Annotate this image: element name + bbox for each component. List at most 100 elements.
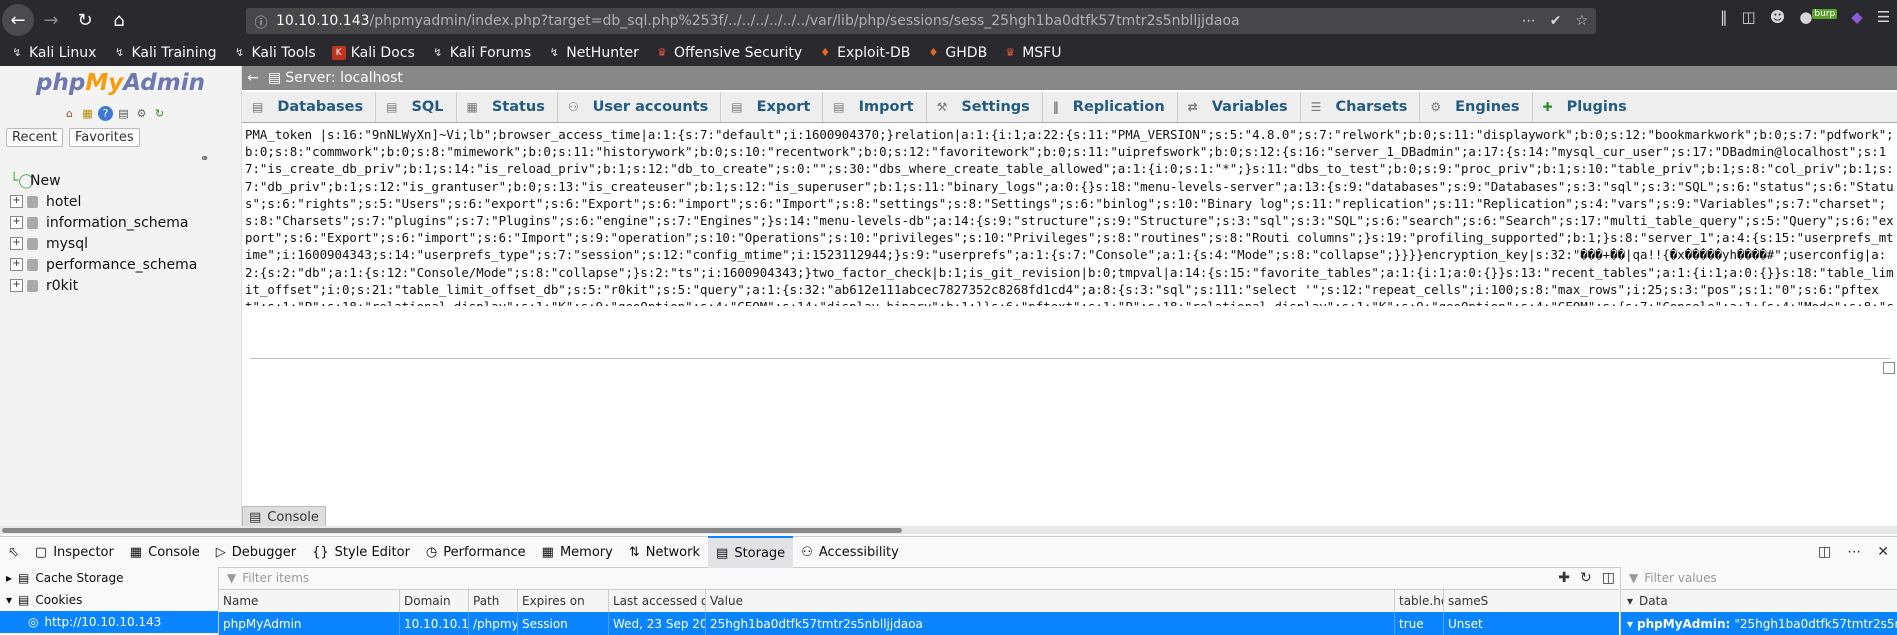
- expand-icon[interactable]: +: [10, 279, 23, 292]
- recent-tab[interactable]: Recent: [6, 128, 63, 147]
- expand-icon[interactable]: +: [10, 195, 23, 208]
- add-icon[interactable]: ✚: [1558, 570, 1570, 586]
- tab-engines[interactable]: ⚙ Engines: [1420, 92, 1533, 122]
- pma-main-panel: ← ▤ Server: localhost ▤ Databases ▤ SQL ▦ S…: [242, 66, 1897, 528]
- favorites-tab[interactable]: Favorites: [68, 128, 140, 147]
- tab-network[interactable]: ⇅ Network: [621, 537, 708, 567]
- tab-variables[interactable]: ⇄ Variables: [1178, 92, 1301, 122]
- library-icon[interactable]: ‖: [1720, 8, 1728, 26]
- gear-icon[interactable]: ⚙: [134, 106, 149, 121]
- menu-icon[interactable]: ☰: [1877, 8, 1890, 26]
- column-header[interactable]: Value: [706, 590, 1395, 612]
- page-actions-icon[interactable]: ⋯: [1522, 13, 1536, 29]
- logout-icon[interactable]: ▦: [80, 106, 95, 121]
- home-icon[interactable]: ⌂: [102, 3, 136, 37]
- forward-arrow-icon[interactable]: →: [34, 3, 68, 37]
- filter-items-input[interactable]: Filter items: [242, 571, 309, 585]
- tab-sql[interactable]: ▤ SQL: [376, 92, 457, 122]
- url-bar[interactable]: ⓘ 10.10.10.143/phpmyadmin/index.php?targ…: [246, 8, 1596, 34]
- bookmark-exploit-db[interactable]: ♦ Exploit-DB: [818, 45, 910, 61]
- database-icon: [27, 195, 38, 208]
- tree-item-new[interactable]: └◯ New: [10, 170, 197, 191]
- column-header[interactable]: Domain: [400, 590, 469, 612]
- reload-icon[interactable]: ↻: [152, 106, 167, 121]
- bookmark-nethunter[interactable]: ↯ NetHunter: [547, 45, 639, 61]
- bookmark-kali-linux[interactable]: ↯ Kali Linux: [10, 45, 96, 61]
- column-header[interactable]: sameSite: [1444, 590, 1488, 612]
- close-icon[interactable]: ✕: [1877, 544, 1889, 560]
- pma-logo[interactable]: phpMyAdmin: [36, 70, 205, 96]
- account-icon[interactable]: ☻: [1770, 8, 1786, 26]
- cache-storage-item[interactable]: ▸ ▤ Cache Storage: [0, 567, 218, 589]
- expand-icon[interactable]: +: [10, 216, 23, 229]
- extension-icon[interactable]: ● burp: [1799, 8, 1838, 26]
- reload-icon[interactable]: ↻: [68, 3, 102, 37]
- tab-user-accounts[interactable]: ⚇ User accounts: [558, 92, 722, 122]
- tab-databases[interactable]: ▤ Databases: [242, 92, 377, 122]
- bookmark-ghdb[interactable]: ♦ GHDB: [926, 45, 987, 61]
- column-header[interactable]: Last accessed on: [609, 590, 706, 612]
- dock-icon[interactable]: ◫: [1818, 544, 1831, 560]
- filter-values-input[interactable]: Filter values: [1644, 571, 1717, 585]
- cookies-item[interactable]: ▾ ▤ Cookies: [0, 589, 218, 611]
- home-icon[interactable]: ⌂: [62, 106, 77, 121]
- expand-icon[interactable]: +: [10, 258, 23, 271]
- tab-charsets[interactable]: ☰ Charsets: [1301, 92, 1421, 122]
- tab-console[interactable]: ▦ Console: [122, 537, 208, 567]
- tab-memory[interactable]: ▦ Memory: [534, 537, 621, 567]
- bookmark-kali-training[interactable]: ↯ Kali Training: [112, 45, 217, 61]
- checkbox[interactable]: [1883, 362, 1895, 374]
- bookmark-kali-forums[interactable]: ↯ Kali Forums: [431, 45, 531, 61]
- bookmark-kali-tools[interactable]: ↯ Kali Tools: [232, 45, 316, 61]
- link-icon[interactable]: ⚭: [200, 152, 209, 165]
- tab-replication[interactable]: ‖ Replication: [1043, 92, 1178, 122]
- back-arrow-icon[interactable]: ←: [2, 4, 34, 36]
- caret-down-icon[interactable]: ▾: [1627, 594, 1633, 608]
- scrollbar-thumb[interactable]: [2, 528, 902, 533]
- tab-status[interactable]: ▦ Status: [457, 92, 558, 122]
- tree-item-hotel[interactable]: + hotel: [10, 191, 197, 212]
- column-header[interactable]: Name: [219, 590, 400, 612]
- pocket-icon[interactable]: ✔: [1550, 13, 1562, 29]
- table-row[interactable]: phpMyAdmin 10.10.10.143 /phpmya... Sessi…: [219, 612, 1619, 635]
- tab-style-editor[interactable]: {} Style Editor: [304, 537, 418, 567]
- column-header[interactable]: Expires on: [518, 590, 609, 612]
- cookie-host-item[interactable]: ◎ http://10.10.10.143: [0, 611, 218, 633]
- expand-icon[interactable]: +: [10, 237, 23, 250]
- console-toggle[interactable]: ▤ Console: [242, 506, 326, 528]
- tab-export[interactable]: ▤ Export: [721, 92, 824, 122]
- sidebar-toggle-icon[interactable]: ◫: [1602, 570, 1615, 586]
- tree-item-information-schema[interactable]: + information_schema: [10, 212, 197, 233]
- bookmark-star-icon[interactable]: ☆: [1575, 13, 1588, 29]
- tree-item-r0kit[interactable]: + r0kit: [10, 275, 197, 296]
- column-header[interactable]: table.he...: [1395, 590, 1444, 612]
- bookmark-msfu[interactable]: ♛ MSFU: [1003, 45, 1061, 61]
- bookmark-offensive-security[interactable]: ♛ Offensive Security: [655, 45, 802, 61]
- tab-performance[interactable]: ◷ Performance: [418, 537, 534, 567]
- docs-icon[interactable]: ▤: [116, 106, 131, 121]
- tab-settings[interactable]: ⚒ Settings: [927, 92, 1043, 122]
- data-entry[interactable]: ▾phpMyAdmin:"25hgh1ba0dtfk57tmtr2s5nbllj…: [1621, 612, 1897, 635]
- pma-quick-icons: ⌂ ▦ ? ▤ ⚙ ↻: [62, 106, 167, 121]
- more-icon[interactable]: ⋯: [1847, 544, 1861, 560]
- tree-item-mysql[interactable]: + mysql: [10, 233, 197, 254]
- tab-accessibility[interactable]: ⚇ Accessibility: [793, 537, 907, 567]
- tab-storage[interactable]: ▤ Storage: [708, 536, 794, 568]
- tab-import[interactable]: ▤ Import: [823, 92, 927, 122]
- server-label[interactable]: Server: localhost: [285, 70, 403, 86]
- column-header[interactable]: Path: [469, 590, 518, 612]
- help-icon[interactable]: ?: [98, 106, 113, 121]
- collapse-arrow-icon[interactable]: ←: [242, 70, 264, 86]
- horizontal-scrollbar[interactable]: [0, 526, 1897, 534]
- refresh-icon[interactable]: ↻: [1580, 570, 1592, 586]
- bookmark-kali-docs[interactable]: K Kali Docs: [331, 45, 415, 61]
- tab-plugins[interactable]: ✚ Plugins: [1533, 92, 1639, 122]
- tab-inspector[interactable]: ▢ Inspector: [27, 537, 122, 567]
- sidebar-icon[interactable]: ◫: [1742, 8, 1756, 26]
- storage-tree: ▸ ▤ Cache Storage ▾ ▤ Cookies ◎ http://10.10.…: [0, 567, 219, 635]
- tab-debugger[interactable]: ▷ Debugger: [208, 537, 304, 567]
- info-icon[interactable]: ⓘ: [252, 12, 270, 31]
- extension-icon[interactable]: ◆: [1851, 8, 1863, 26]
- element-picker-icon[interactable]: ⬁: [0, 537, 27, 567]
- tree-item-performance-schema[interactable]: + performance_schema: [10, 254, 197, 275]
